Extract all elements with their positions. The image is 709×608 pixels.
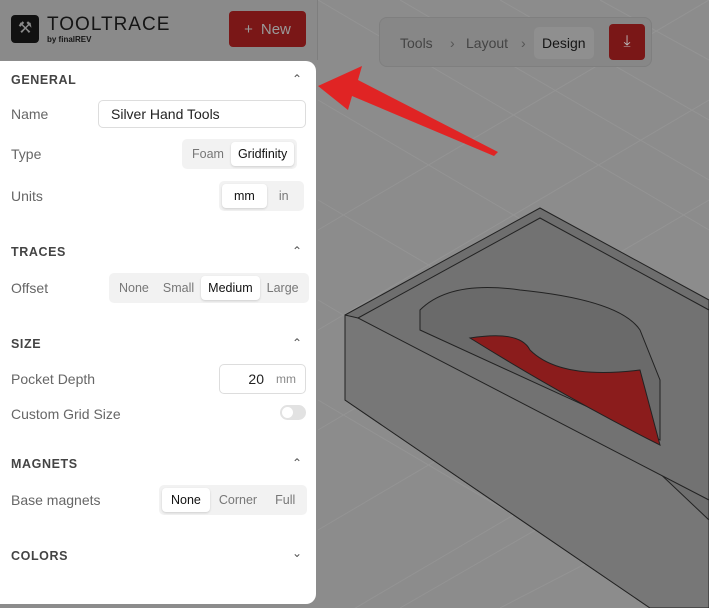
type-option-gridfinity[interactable]: Gridfinity xyxy=(230,142,295,166)
chevron-right-icon: › xyxy=(450,35,455,51)
pocket-depth-value: 20 xyxy=(248,371,264,387)
app-header: ⚒ TOOLTRACE by finalREV + New xyxy=(0,0,318,60)
units-toggle: mm in xyxy=(219,181,304,211)
base-magnets-toggle: None Corner Full xyxy=(159,485,308,515)
chevron-down-icon[interactable]: ⌄ xyxy=(292,546,302,560)
units-label: Units xyxy=(11,188,43,204)
name-input[interactable]: Silver Hand Tools xyxy=(98,100,306,128)
chevron-up-icon[interactable]: ⌃ xyxy=(292,72,302,86)
chevron-up-icon[interactable]: ⌃ xyxy=(292,456,302,470)
breadcrumb-tools[interactable]: Tools xyxy=(400,35,433,51)
offset-option-large[interactable]: Large xyxy=(260,276,306,300)
section-magnets-title: MAGNETS xyxy=(11,457,78,471)
units-option-in[interactable]: in xyxy=(267,184,301,208)
section-colors-title: COLORS xyxy=(11,549,69,563)
name-label: Name xyxy=(11,106,49,122)
download-icon: ⤓ xyxy=(623,33,631,50)
pocket-depth-unit: mm xyxy=(276,372,296,386)
section-traces-title: TRACES xyxy=(11,245,66,259)
wrench-screwdriver-icon: ⚒ xyxy=(11,15,39,43)
chevron-up-icon[interactable]: ⌃ xyxy=(292,336,302,350)
brand-byline: by finalREV xyxy=(47,35,92,44)
units-option-mm[interactable]: mm xyxy=(222,184,267,208)
offset-option-medium[interactable]: Medium xyxy=(201,276,260,300)
magnets-option-none[interactable]: None xyxy=(162,488,210,512)
settings-panel: GENERAL ⌃ Name Silver Hand Tools Type Fo… xyxy=(0,61,316,604)
offset-label: Offset xyxy=(11,280,49,296)
breadcrumb-layout[interactable]: Layout xyxy=(466,35,508,51)
custom-grid-label: Custom Grid Size xyxy=(11,406,121,422)
magnets-option-corner[interactable]: Corner xyxy=(210,488,266,512)
section-size-title: SIZE xyxy=(11,337,42,351)
brand-name: TOOLTRACE xyxy=(47,14,171,35)
type-toggle: Foam Gridfinity xyxy=(182,139,298,169)
pocket-depth-input[interactable]: 20 mm xyxy=(219,364,306,394)
plus-icon: + xyxy=(244,20,253,38)
download-button[interactable]: ⤓ xyxy=(609,24,645,60)
gridfinity-bin-model xyxy=(344,207,709,608)
custom-grid-toggle[interactable] xyxy=(280,405,306,420)
offset-option-none[interactable]: None xyxy=(112,276,156,300)
section-general-title: GENERAL xyxy=(11,73,77,87)
pocket-depth-label: Pocket Depth xyxy=(11,371,96,387)
magnets-option-full[interactable]: Full xyxy=(266,488,304,512)
offset-option-small[interactable]: Small xyxy=(156,276,201,300)
type-option-foam[interactable]: Foam xyxy=(185,142,231,166)
base-magnets-label: Base magnets xyxy=(11,492,101,508)
breadcrumb-design[interactable]: Design xyxy=(534,27,594,59)
type-label: Type xyxy=(11,146,42,162)
chevron-up-icon[interactable]: ⌃ xyxy=(292,244,302,258)
tutorial-arrow xyxy=(318,66,498,156)
chevron-right-icon: › xyxy=(521,35,526,51)
offset-toggle: None Small Medium Large xyxy=(109,273,309,303)
new-button[interactable]: + New xyxy=(229,11,306,47)
